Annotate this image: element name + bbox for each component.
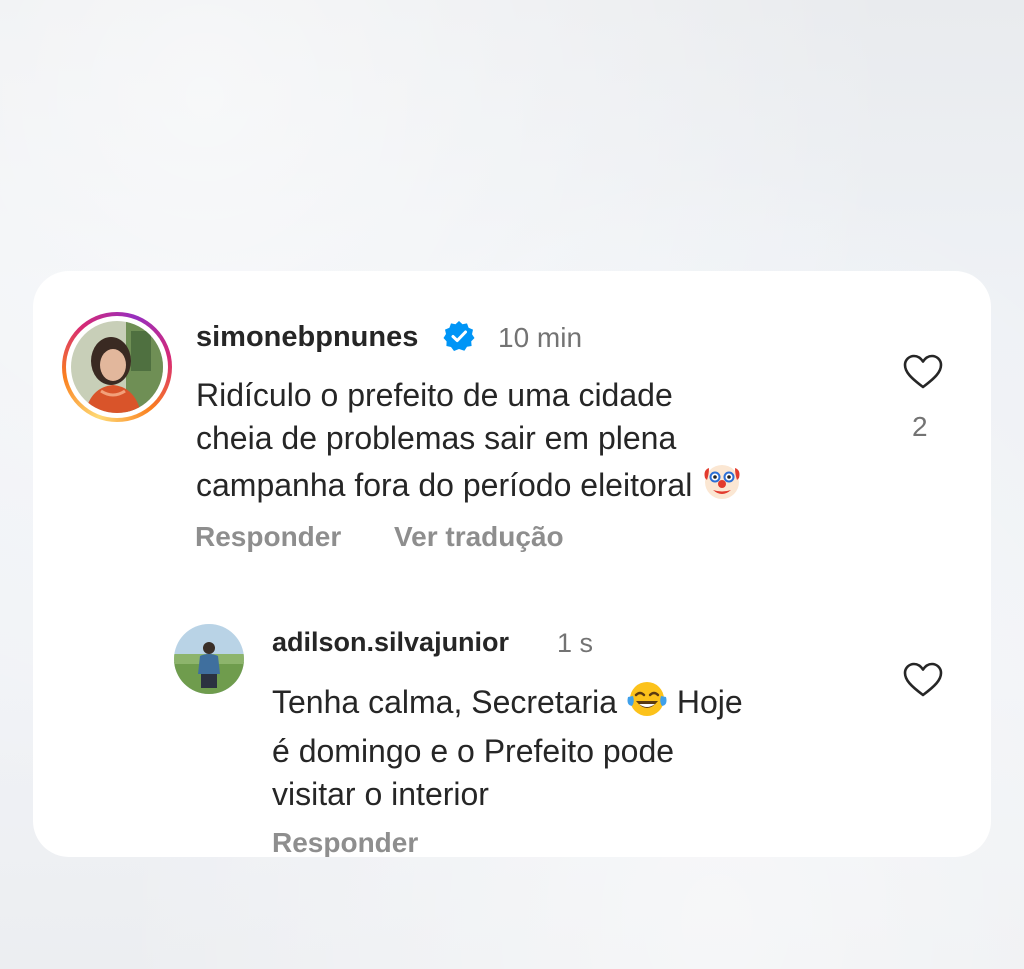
story-ring[interactable]: [62, 312, 172, 422]
avatar: [71, 321, 163, 413]
like-count: 2: [912, 411, 928, 442]
tears-of-joy-emoji: [626, 679, 668, 730]
clown-face-emoji: [701, 460, 743, 513]
avatar[interactable]: [174, 624, 244, 694]
translate-button[interactable]: Ver tradução: [394, 521, 564, 553]
comments-card: simonebpnunes 10 min Ridículo o prefeito…: [33, 271, 991, 857]
reply-button[interactable]: Responder: [195, 521, 341, 553]
comment-text: Ridículo o prefeito de uma cidade cheia …: [196, 374, 876, 513]
comment-text-segment: Tenha calma, Secretaria: [272, 684, 618, 720]
comment-text-line-3: campanha fora do período eleitoral: [196, 460, 876, 513]
comment-text-line: campanha fora do período eleitoral: [196, 467, 693, 503]
comment-text-segment: Hoje: [667, 684, 743, 720]
comment-time: 10 min: [498, 322, 583, 353]
comment-text-line: Ridículo o prefeito de uma cidade: [196, 377, 673, 413]
verified-badge-icon: [443, 320, 475, 357]
comment-username[interactable]: simonebpnunes: [196, 321, 418, 354]
comment-text-line: cheia de problemas sair em plena: [196, 420, 677, 456]
comment-text-line-1: Tenha calma, Secretaria Hoje: [272, 679, 872, 730]
reply-button[interactable]: Responder: [272, 827, 418, 857]
comment-time: 1 s: [557, 628, 594, 658]
comment-text-line: é domingo e o Prefeito pode: [272, 733, 675, 769]
heart-icon[interactable]: [903, 354, 943, 395]
comment-text: Tenha calma, Secretaria Hoje é domingo e…: [272, 679, 872, 816]
heart-icon[interactable]: [903, 662, 943, 703]
comment-username[interactable]: adilson.silvajunior: [272, 627, 509, 658]
comment-text-line: visitar o interior: [272, 776, 489, 812]
